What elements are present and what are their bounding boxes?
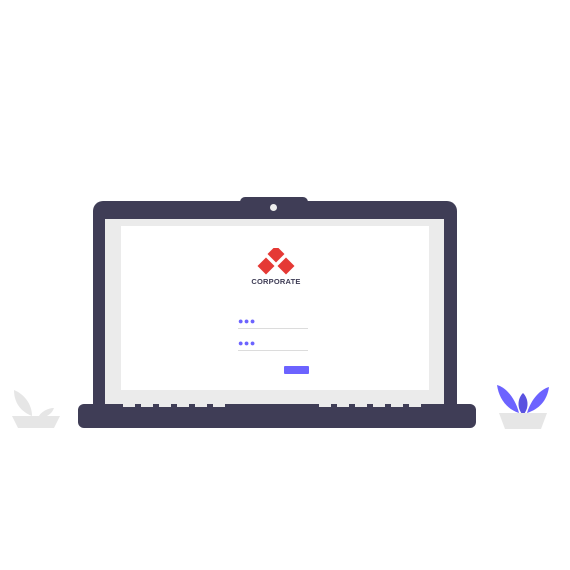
illustration-scene: CORPORATE ●●● ●●●	[0, 0, 570, 570]
key	[213, 403, 225, 407]
left-plant-leaf-1	[14, 390, 32, 416]
plant-purple-icon	[497, 385, 549, 429]
right-plant-leaf-left	[497, 385, 519, 413]
diamond-logo-icon	[257, 248, 295, 275]
right-plant-leaf-center	[518, 393, 528, 415]
right-plant-pot	[499, 413, 547, 429]
username-value: ●●●	[238, 316, 256, 326]
key	[391, 403, 403, 407]
webcam-icon	[270, 204, 277, 211]
left-plant-pot	[12, 416, 60, 428]
key	[337, 403, 349, 407]
key	[409, 403, 421, 407]
password-field[interactable]: ●●●	[238, 338, 308, 351]
login-button[interactable]	[284, 366, 309, 374]
right-plant-leaf-right	[527, 387, 549, 413]
key	[177, 403, 189, 407]
key	[141, 403, 153, 407]
logo-diamond-top	[267, 248, 285, 263]
key	[123, 403, 135, 407]
laptop-keys	[123, 403, 427, 407]
plant-gray-icon	[12, 390, 60, 428]
logo-diamond-left	[257, 257, 275, 275]
laptop-base	[78, 404, 476, 428]
key	[159, 403, 171, 407]
company-logo-text: CORPORATE	[251, 277, 301, 286]
key	[195, 403, 207, 407]
key	[355, 403, 367, 407]
key	[319, 403, 331, 407]
key	[373, 403, 385, 407]
username-field[interactable]: ●●●	[238, 316, 308, 329]
logo-diamond-right	[277, 257, 295, 275]
password-value: ●●●	[238, 338, 256, 348]
